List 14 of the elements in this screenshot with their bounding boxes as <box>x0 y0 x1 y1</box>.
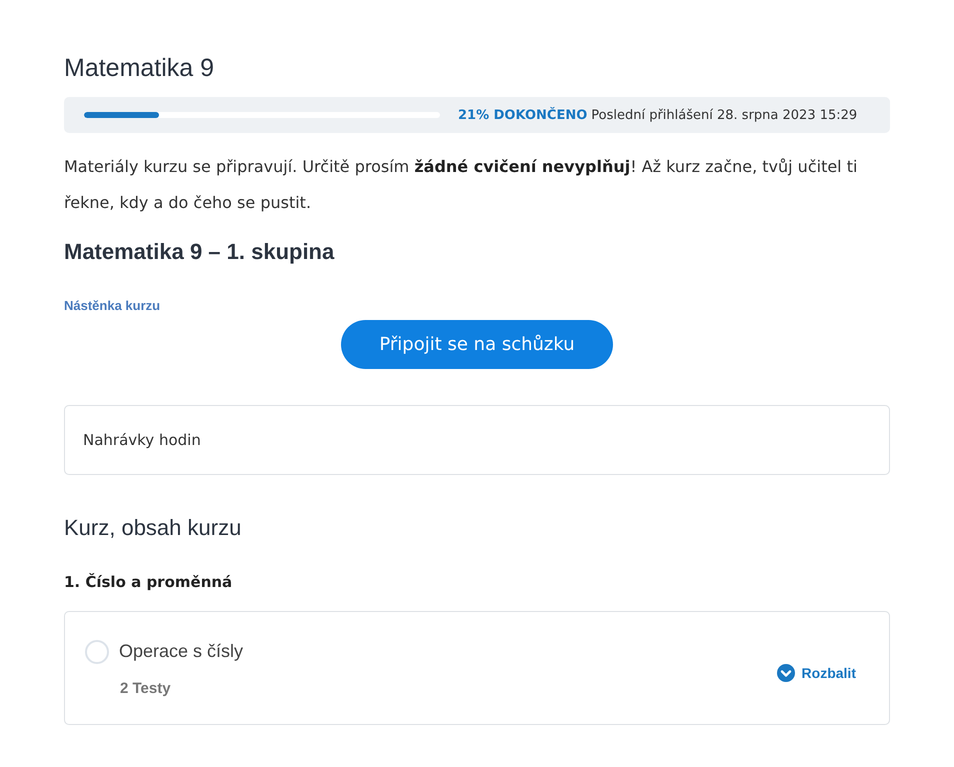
expand-button[interactable]: Rozbalit <box>776 664 856 682</box>
meeting-button[interactable]: Připojit se na schůzku <box>341 320 613 369</box>
group-title: Matematika 9 – 1. skupina <box>64 239 336 265</box>
lesson-meta: 2 Testy <box>120 680 172 696</box>
lesson-title: Operace s čísly <box>119 641 244 662</box>
course-title: Matematika 9 <box>64 54 216 83</box>
last-login-text: Poslední přihlášení 28. srpna 2023 15:29 <box>591 108 858 122</box>
recordings-card[interactable]: Nahrávky hodin <box>64 405 890 475</box>
notice-text: Materiály kurzu se připravují. Určitě prosím žádné cvičení nevyplňuj! Až kurz začne, tvůj učitel ti řekne, kdy a do čeho se pustit. <box>64 156 858 214</box>
chapter-title: 1. Číslo a proměnná <box>64 573 234 591</box>
board-link[interactable]: Nástěnka kurzu <box>64 298 160 313</box>
progress-percent: 21% DOKONČENO <box>458 108 588 122</box>
content-title: Kurz, obsah kurzu <box>64 515 242 541</box>
chevron-icon <box>776 664 795 682</box>
